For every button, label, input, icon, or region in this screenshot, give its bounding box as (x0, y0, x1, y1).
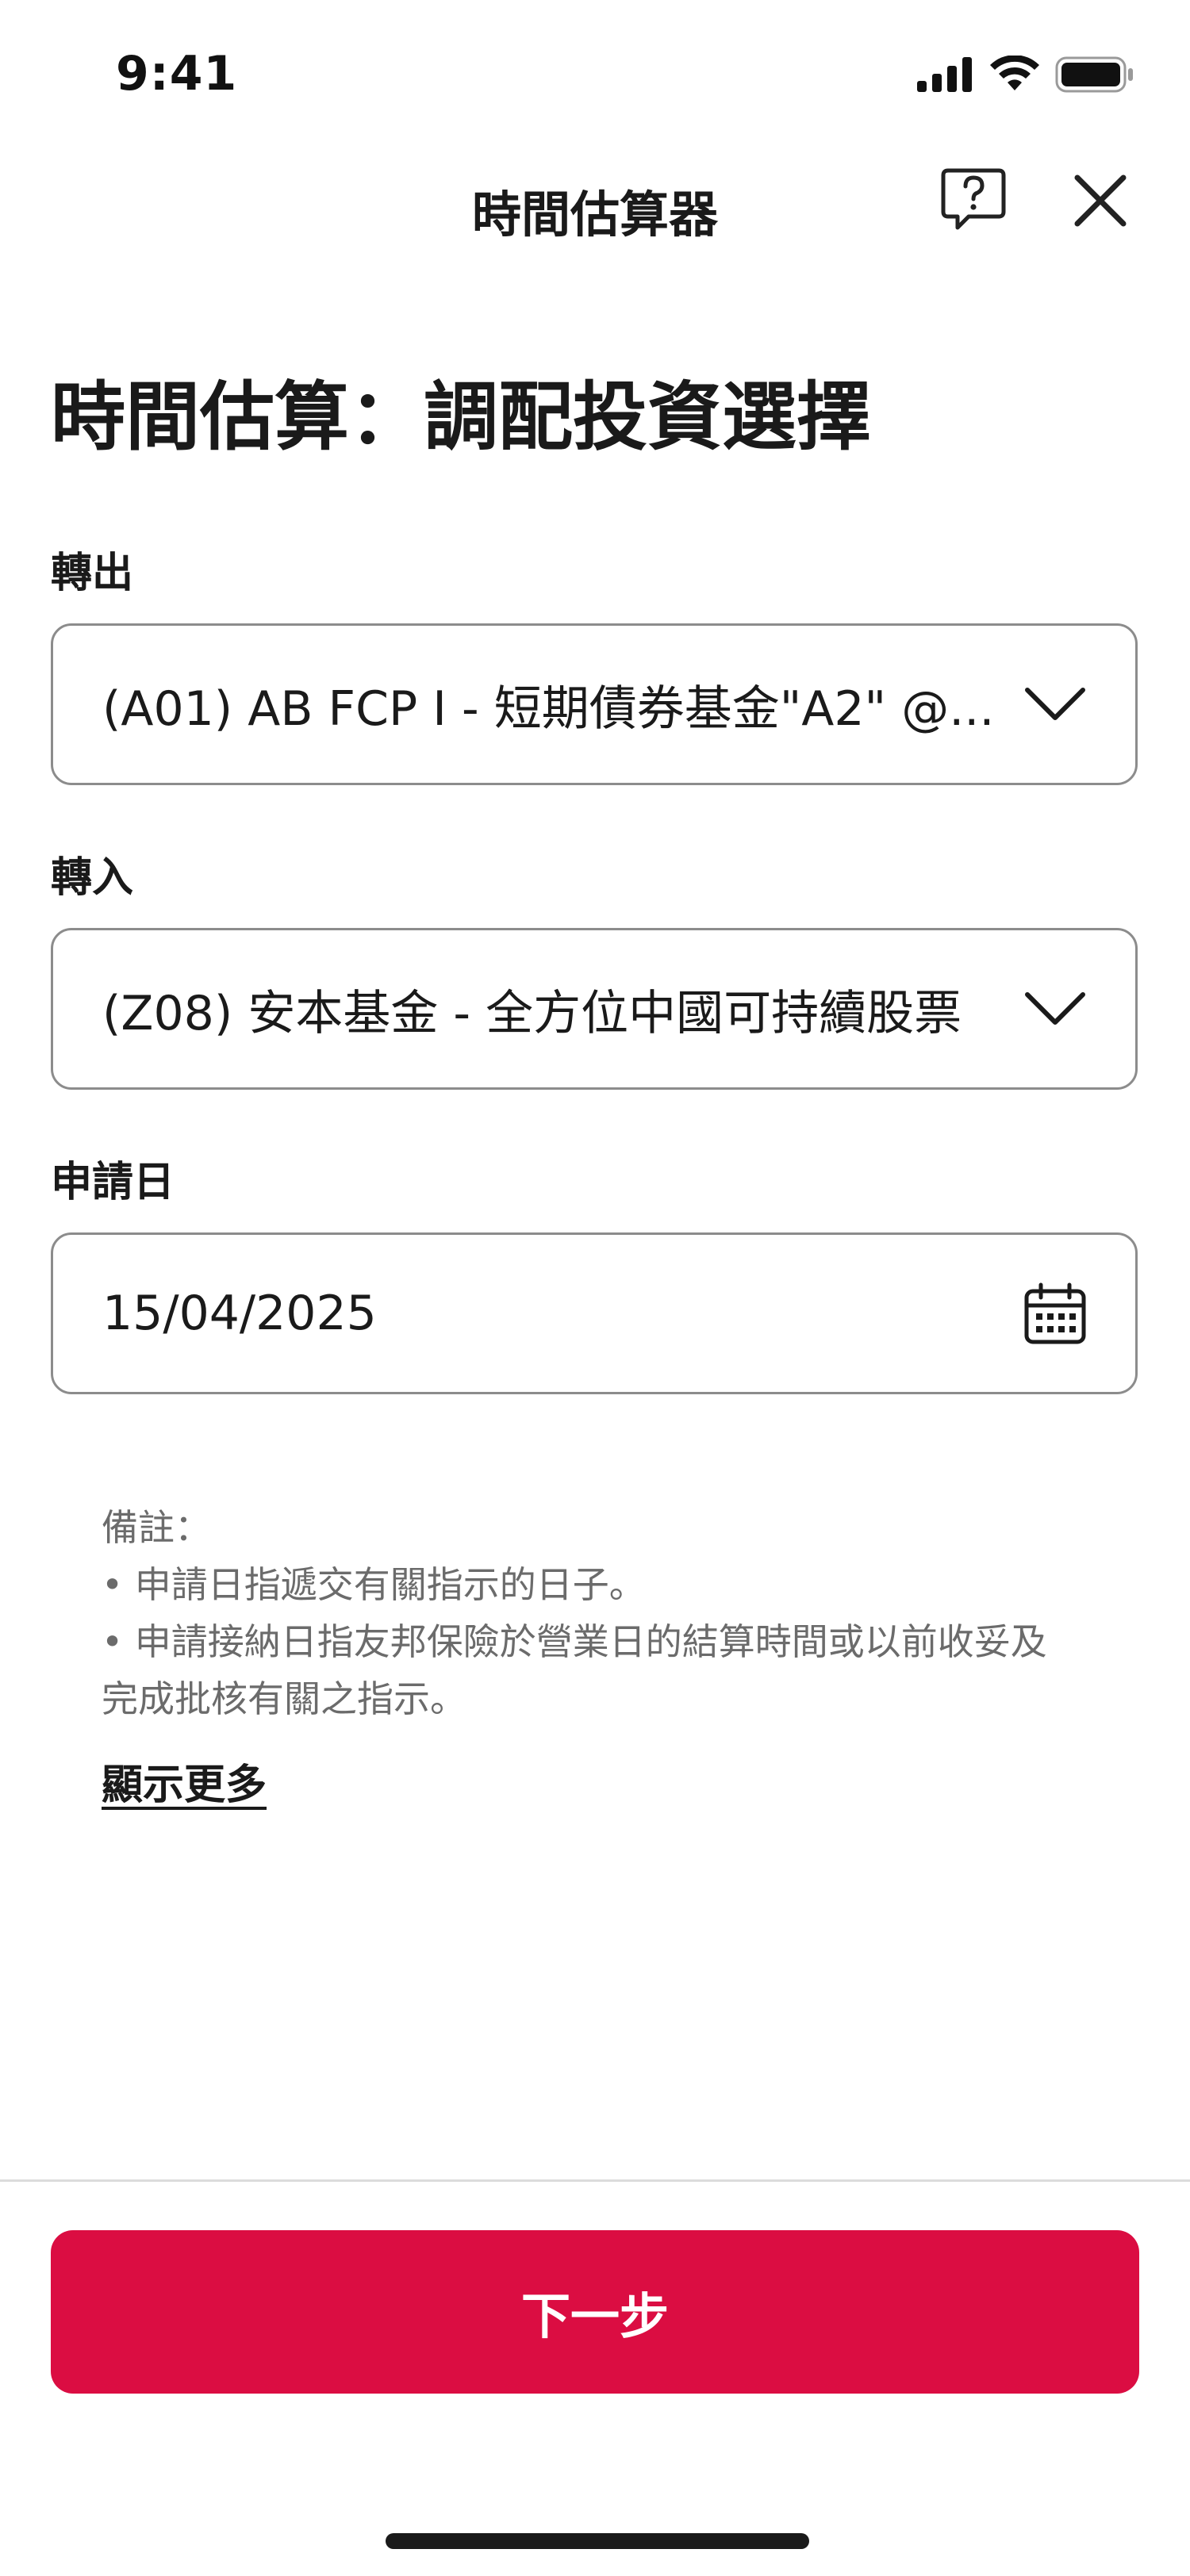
transfer-out-value: (A01) AB FCP I - 短期債券基金"A2" @... (102, 626, 999, 783)
cellular-signal-icon (917, 57, 974, 95)
transfer-in-value: (Z08) 安本基金 - 全方位中國可持續股票 (102, 930, 999, 1087)
note-line: • 申請接納日指友邦保險於營業日的結算時間或以前收妥及 (102, 1620, 1047, 1663)
page-title: 時間估算：調配投資選擇 (51, 374, 872, 461)
header: 時間估算器 (0, 151, 1190, 254)
transfer-out-value-text: (A01) AB FCP I - 短期債券基金"A2" @... (102, 680, 995, 737)
application-date-value-text: 15/04/2025 (102, 1286, 377, 1341)
note-line: • 申請日指遞交有關指示的日子。 (102, 1563, 646, 1606)
application-date-label: 申請日 (51, 1159, 175, 1206)
notes-section: 備註： • 申請日指遞交有關指示的日子。 • 申請接納日指友邦保險於營業日的結算… (102, 1499, 1101, 1727)
show-more-link[interactable]: 顯示更多 (102, 1751, 267, 1811)
chevron-down-icon (1019, 669, 1091, 740)
close-button[interactable] (1065, 167, 1136, 238)
next-step-button[interactable]: 下一步 (51, 2230, 1139, 2394)
chevron-down-icon (1019, 973, 1091, 1045)
status-bar: 9:41 (0, 0, 1190, 151)
application-date-field[interactable]: 15/04/2025 (51, 1232, 1138, 1394)
status-time: 9:41 (116, 46, 238, 102)
application-date-value: 15/04/2025 (102, 1235, 999, 1392)
close-icon (1073, 173, 1128, 232)
home-indicator (386, 2533, 809, 2549)
note-line: 完成批核有關之指示。 (102, 1677, 466, 1720)
battery-icon (1055, 56, 1134, 96)
calendar-icon[interactable] (1019, 1278, 1091, 1349)
transfer-in-value-text: (Z08) 安本基金 - 全方位中國可持續股票 (102, 985, 962, 1041)
notes-title: 備註： (102, 1506, 211, 1549)
transfer-out-label: 轉出 (51, 550, 134, 597)
transfer-in-label: 轉入 (51, 854, 134, 902)
help-question-icon (940, 166, 1007, 236)
help-button[interactable] (938, 165, 1009, 236)
header-title: 時間估算器 (471, 186, 718, 243)
transfer-in-select[interactable]: (Z08) 安本基金 - 全方位中國可持續股票 (51, 928, 1138, 1090)
wifi-icon (988, 55, 1041, 97)
transfer-out-select[interactable]: (A01) AB FCP I - 短期債券基金"A2" @... (51, 623, 1138, 785)
footer-divider (0, 2179, 1190, 2182)
status-icons (917, 55, 1134, 97)
